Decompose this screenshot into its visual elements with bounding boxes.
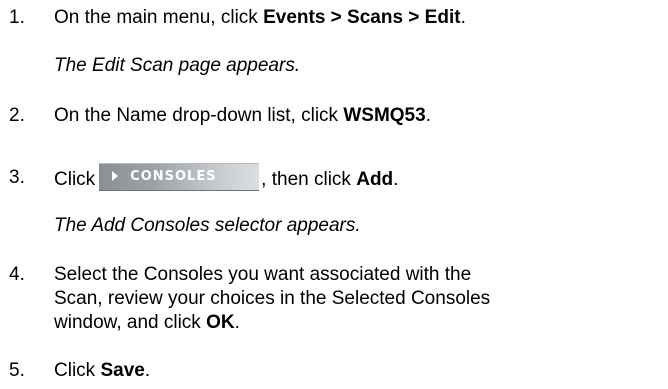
play-arrow-icon	[112, 170, 119, 181]
step-instruction: On the Name drop-down list, click WSMQ53…	[54, 105, 431, 126]
add-label: Add	[356, 169, 394, 191]
step-instruction: Select the Consoles you want associated …	[54, 264, 491, 333]
step-number: 3.	[9, 167, 25, 188]
step-number: 4.	[9, 264, 25, 285]
step-instruction: Click CONSOLES, then click Add.	[54, 163, 668, 194]
scan-name: WSMQ53	[343, 105, 426, 126]
save-label: Save	[100, 360, 145, 381]
step-instruction: On the main menu, click Events > Scans >…	[54, 7, 466, 28]
step-instruction: Click Save.	[54, 360, 151, 381]
consoles-button-label: CONSOLES	[130, 169, 217, 184]
step-number: 1.	[9, 7, 25, 28]
menu-path: Events > Scans > Edit	[263, 7, 461, 28]
consoles-button[interactable]: CONSOLES	[99, 163, 260, 191]
step-number: 5.	[9, 360, 25, 381]
ok-label: OK	[206, 312, 235, 333]
step-number: 2.	[9, 105, 25, 126]
step-3-result: The Add Consoles selector appears.	[54, 215, 361, 236]
step-1-result: The Edit Scan page appears.	[54, 55, 301, 76]
